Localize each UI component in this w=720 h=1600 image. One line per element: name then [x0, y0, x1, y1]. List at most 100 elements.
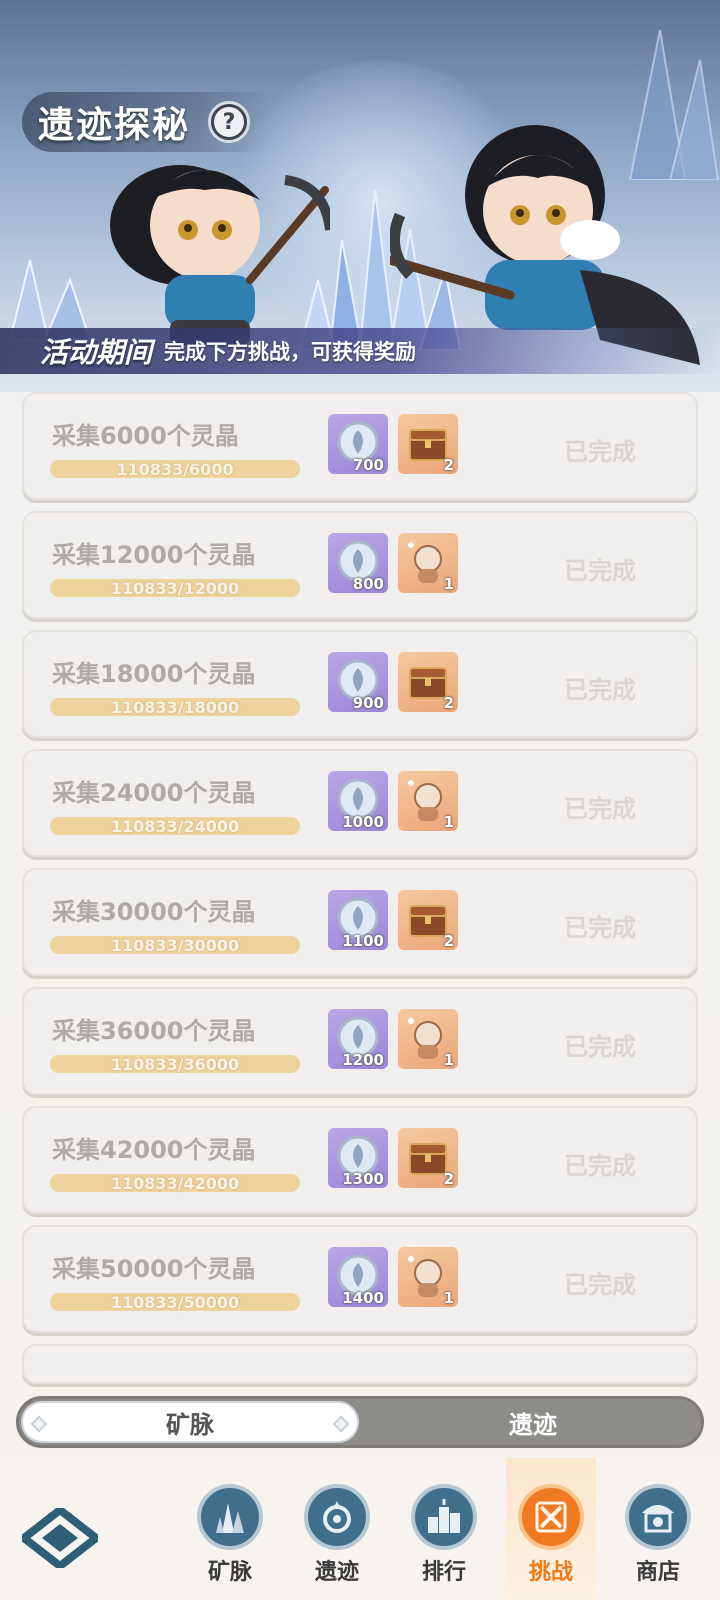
event-banner: 遗迹探秘 ? 活动期间 完成下方挑战，可获得奖励 [0, 0, 720, 392]
reward-item[interactable]: 1 [398, 771, 458, 831]
reward-crystal-count: 1100 [342, 932, 384, 950]
task-progress-text: 110833/30000 [110, 935, 240, 955]
reward-item-count: 1 [443, 1289, 454, 1307]
task-progress-bar: 110833/36000 [50, 1054, 300, 1074]
reward-item-count: 1 [443, 1051, 454, 1069]
reward-spirit-crystal[interactable]: 1200 [328, 1009, 388, 1069]
event-period-bar: 活动期间 完成下方挑战，可获得奖励 [0, 328, 720, 374]
task-progress-text: 110833/6000 [116, 459, 234, 479]
nav-label: 排行 [421, 1560, 466, 1585]
reward-crystal-count: 1300 [342, 1170, 384, 1188]
task-status-completed: 已完成 [564, 795, 636, 823]
task-title: 采集50000个灵晶 [52, 1255, 256, 1283]
game-logo-icon[interactable] [22, 1508, 98, 1568]
reward-crystal-count: 1400 [342, 1289, 384, 1307]
nav-label: 商店 [635, 1560, 680, 1585]
task-status-completed: 已完成 [564, 557, 636, 585]
nav-label: 挑战 [528, 1560, 573, 1585]
task-card-partial [22, 1344, 698, 1384]
nav-label: 矿脉 [207, 1560, 252, 1585]
reward-item[interactable]: 1 [398, 533, 458, 593]
reward-item[interactable]: 2 [398, 652, 458, 712]
reward-spirit-crystal[interactable]: 900 [328, 652, 388, 712]
diamond-ornament-icon [332, 1415, 350, 1433]
mode-toggle[interactable]: 矿脉 遗迹 [16, 1396, 704, 1448]
reward-item-count: 1 [443, 813, 454, 831]
nav-item-ruins[interactable]: 遗迹 [292, 1458, 382, 1600]
task-title: 采集30000个灵晶 [52, 898, 256, 926]
task-status-completed: 已完成 [564, 438, 636, 466]
reward-spirit-crystal[interactable]: 1000 [328, 771, 388, 831]
reward-spirit-crystal[interactable]: 1100 [328, 890, 388, 950]
task-progress-bar: 110833/42000 [50, 1174, 300, 1193]
reward-item-count: 2 [443, 932, 454, 950]
chibi-girl-miner-illustration [110, 165, 330, 345]
task-status-completed: 已完成 [564, 1033, 636, 1061]
task-title: 采集12000个灵晶 [52, 541, 256, 569]
task-progress-text: 110833/50000 [110, 1292, 240, 1312]
nav-item-shop[interactable]: 商店 [613, 1458, 703, 1600]
crossed-swords-icon [535, 1501, 567, 1533]
help-icon: ? [214, 107, 245, 137]
task-progress-bar: 110833/50000 [50, 1292, 300, 1312]
ranking-icon [428, 1499, 460, 1533]
diamond-ornament-icon [30, 1415, 48, 1433]
page-title: 遗迹探秘 [38, 105, 191, 146]
reward-item-count: 2 [443, 1170, 454, 1188]
task-progress-bar: 110833/12000 [50, 578, 300, 598]
crystal-icon [216, 1503, 244, 1533]
task-progress-text: 110833/12000 [110, 578, 240, 598]
task-list[interactable]: 采集6000个灵晶 110833/6000 700 2 已完成 采集12000个… [22, 392, 698, 1392]
help-button[interactable]: ? [208, 101, 251, 143]
toggle-option-mine[interactable]: 矿脉 [21, 1401, 359, 1443]
event-period-label: 活动期间 [40, 336, 153, 369]
nav-icon-ring [625, 1484, 691, 1550]
nav-item-mine[interactable]: 矿脉 [185, 1458, 275, 1600]
task-title: 采集18000个灵晶 [52, 660, 256, 688]
task-progress-bar: 110833/6000 [50, 459, 300, 479]
task-status-completed: 已完成 [564, 914, 636, 942]
reward-spirit-crystal[interactable]: 1400 [328, 1247, 388, 1307]
task-progress-bar: 110833/18000 [50, 698, 300, 717]
reward-item-count: 2 [443, 694, 454, 712]
task-status-completed: 已完成 [564, 1152, 636, 1180]
task-card: 采集42000个灵晶 110833/42000 1300 2 已完成 [22, 1106, 698, 1214]
reward-crystal-count: 1200 [342, 1051, 384, 1069]
toggle-option-label: 矿脉 [166, 1410, 214, 1439]
reward-item-count: 2 [443, 456, 454, 474]
task-title: 采集36000个灵晶 [52, 1017, 256, 1045]
reward-crystal-count: 900 [352, 694, 384, 712]
reward-item[interactable]: 2 [398, 890, 458, 950]
reward-item[interactable]: 1 [398, 1009, 458, 1069]
reward-item[interactable]: 2 [398, 1128, 458, 1188]
task-card: 采集18000个灵晶 110833/18000 900 2 已完成 [22, 630, 698, 738]
task-card: 采集6000个灵晶 110833/6000 700 2 已完成 [22, 392, 698, 500]
ruins-icon [323, 1501, 351, 1533]
toggle-option-ruins[interactable]: 遗迹 [365, 1401, 701, 1443]
nav-icon-ring [197, 1484, 263, 1550]
reward-item-count: 1 [443, 575, 454, 593]
task-card: 采集30000个灵晶 110833/30000 1100 2 已完成 [22, 868, 698, 976]
toggle-option-label: 遗迹 [509, 1410, 557, 1439]
nav-item-challenge[interactable]: 挑战 [506, 1458, 596, 1600]
shop-icon [642, 1505, 674, 1533]
reward-crystal-count: 700 [352, 456, 384, 474]
task-card: 采集36000个灵晶 110833/36000 1200 1 已完成 [22, 987, 698, 1095]
task-progress-text: 110833/36000 [110, 1054, 240, 1074]
nav-icon-ring [411, 1484, 477, 1550]
reward-spirit-crystal[interactable]: 1300 [328, 1128, 388, 1188]
nav-icon-ring [304, 1484, 370, 1550]
reward-item[interactable]: 1 [398, 1247, 458, 1307]
reward-crystal-count: 800 [352, 575, 384, 593]
task-title: 采集24000个灵晶 [52, 779, 256, 807]
reward-spirit-crystal[interactable]: 800 [328, 533, 388, 593]
nav-item-ranking[interactable]: 排行 [399, 1458, 489, 1600]
task-card: 采集24000个灵晶 110833/24000 1000 1 已完成 [22, 749, 698, 857]
task-progress-bar: 110833/30000 [50, 935, 300, 955]
bottom-navigation: 矿脉 遗迹 排行 挑战 商店 [0, 1458, 720, 1600]
reward-item[interactable]: 2 [398, 414, 458, 474]
task-status-completed: 已完成 [564, 1271, 636, 1299]
reward-spirit-crystal[interactable]: 700 [328, 414, 388, 474]
event-period-description: 完成下方挑战，可获得奖励 [164, 340, 417, 364]
task-card: 采集50000个灵晶 110833/50000 1400 1 已完成 [22, 1225, 698, 1333]
